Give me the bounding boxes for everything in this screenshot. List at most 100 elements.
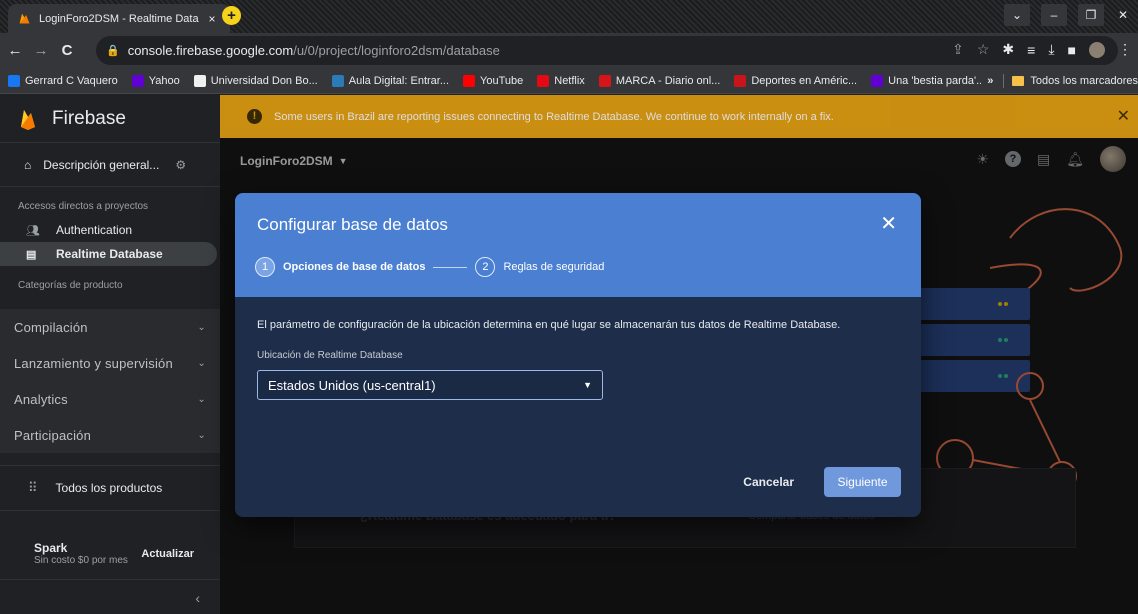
category-analytics[interactable]: Analytics ⌄	[0, 381, 220, 417]
profile-avatar-icon[interactable]	[1089, 41, 1105, 58]
bookmark-item[interactable]: Universidad Don Bo...	[193, 74, 318, 87]
chevron-down-icon: ⌄	[197, 357, 206, 369]
plan-name: Spark	[34, 541, 68, 555]
sidepanel-icon[interactable]: ■	[1068, 42, 1076, 58]
bookmark-item[interactable]: Yahoo	[131, 74, 180, 87]
categories-heading: Categorías de producto	[18, 280, 123, 291]
brand-name: Firebase	[52, 107, 126, 129]
bookmark-item[interactable]: Aula Digital: Entrar...	[331, 74, 450, 87]
grid-icon: ⠿	[28, 480, 38, 495]
banner-close-icon[interactable]: ✕	[1117, 106, 1130, 126]
category-label: Compilación	[14, 319, 88, 335]
upgrade-button[interactable]: Actualizar	[141, 548, 194, 560]
back-icon[interactable]: ←	[4, 42, 26, 59]
sidebar-item-label: Realtime Database	[56, 247, 163, 261]
toolbar-icons: ⇪ ☆ ✱ ≡ ⤓ ■ ⋮	[952, 41, 1132, 58]
yahoo-icon	[131, 74, 144, 87]
dialog-header: Configurar base de datos ✕ 1 Opciones de…	[235, 193, 921, 297]
netflix-icon	[537, 74, 550, 87]
bookmark-item[interactable]: Deportes en Améric...	[734, 74, 858, 87]
folder-icon	[1012, 76, 1025, 86]
reload-icon[interactable]: C	[56, 42, 78, 59]
all-products-link[interactable]: ⠿ Todos los productos	[0, 465, 220, 511]
dialog-title: Configurar base de datos	[257, 215, 448, 234]
udb-icon	[193, 74, 206, 87]
sidebar-item-realtime-database[interactable]: ▤ Realtime Database	[0, 242, 217, 266]
firebase-brand[interactable]: Firebase	[0, 95, 220, 142]
bookmark-label: Netflix	[554, 74, 585, 87]
new-tab-button[interactable]: +	[222, 6, 241, 25]
stepper: 1 Opciones de base de datos 2 Reglas de …	[255, 257, 604, 277]
tab-search-icon[interactable]: ⌄	[1004, 4, 1030, 26]
bookmark-label: MARCA - Diario onl...	[615, 74, 721, 87]
download-icon[interactable]: ⤓	[1048, 41, 1054, 58]
firebase-favicon-icon	[19, 13, 30, 24]
yahoo-icon	[871, 74, 884, 87]
bookmark-item[interactable]: Gerrard C Vaquero	[8, 74, 118, 87]
category-participacion[interactable]: Participación ⌄	[0, 417, 220, 453]
bookmark-item[interactable]: MARCA - Diario onl...	[598, 74, 721, 87]
all-products-label: Todos los productos	[55, 481, 163, 495]
next-button[interactable]: Siguiente	[824, 467, 901, 497]
bookmark-item[interactable]: Una 'bestia parda'...	[871, 74, 986, 87]
bookmarks-bar: Gerrard C Vaquero Yahoo Universidad Don Bo…	[0, 68, 1138, 94]
bookmark-label: Aula Digital: Entrar...	[348, 74, 450, 87]
plan-info: Spark Sin costo $0 por mes	[34, 541, 128, 566]
browser-tab[interactable]: LoginForo2DSM - Realtime Data ×	[8, 4, 230, 33]
youtube-icon	[463, 74, 476, 87]
tab-title: LoginForo2DSM - Realtime Data	[39, 12, 199, 25]
step-number: 2	[475, 257, 496, 277]
banner-text: Some users in Brazil are reporting issue…	[274, 110, 834, 123]
category-lanzamiento[interactable]: Lanzamiento y supervisión ⌄	[0, 345, 220, 381]
dropdown-arrow-icon: ▼	[583, 380, 592, 390]
step-label: Opciones de base de datos	[283, 261, 426, 273]
menu-icon[interactable]: ⋮	[1118, 41, 1132, 58]
reading-list-icon[interactable]: ≡	[1027, 42, 1035, 58]
share-icon[interactable]: ⇪	[952, 41, 964, 58]
tab-close-icon[interactable]: ×	[204, 12, 220, 26]
bookmark-item[interactable]: Netflix	[537, 74, 585, 87]
category-label: Lanzamiento y supervisión	[14, 355, 173, 371]
collapse-sidebar-icon[interactable]: ‹	[195, 590, 200, 606]
browser-tab-strip: LoginForo2DSM - Realtime Data × + ⌄ – ❐ …	[0, 0, 1138, 33]
overview-label: Descripción general...	[43, 157, 160, 172]
facebook-icon	[8, 74, 20, 87]
bookmarks-more-icon[interactable]: »	[987, 75, 993, 87]
bookmark-label: Yahoo	[148, 74, 180, 87]
bookmark-star-icon[interactable]: ☆	[977, 41, 990, 58]
bookmarks-separator	[1003, 74, 1005, 88]
firebase-logo-icon	[21, 109, 35, 130]
dialog-body: El parámetro de configuración de la ubic…	[235, 297, 921, 422]
chevron-down-icon: ⌄	[197, 321, 206, 333]
all-bookmarks-link[interactable]: Todos los marcadores	[1030, 75, 1138, 87]
location-select[interactable]: Estados Unidos (us-central1) ▼	[257, 370, 603, 400]
category-compilacion[interactable]: Compilación ⌄	[0, 309, 220, 345]
sidebar-item-label: Authentication	[56, 223, 133, 237]
browser-toolbar: ← → C 🔒 console.firebase.google.com /u/0…	[0, 33, 1138, 68]
cancel-button[interactable]: Cancelar	[743, 475, 794, 489]
restore-icon[interactable]: ❐	[1078, 4, 1104, 26]
as-icon	[734, 74, 747, 87]
step-number: 1	[255, 257, 275, 277]
location-label: Ubicación de Realtime Database	[257, 350, 403, 361]
forward-icon[interactable]: →	[30, 42, 52, 59]
plan-section: Spark Sin costo $0 por mes Actualizar	[0, 528, 220, 580]
info-icon: !	[247, 109, 262, 124]
location-value: Estados Unidos (us-central1)	[268, 377, 436, 393]
shortcuts-heading: Accesos directos a proyectos	[18, 201, 149, 212]
bookmark-item[interactable]: YouTube	[463, 74, 523, 87]
chevron-down-icon: ⌄	[197, 429, 206, 441]
bookmark-label: Una 'bestia parda'...	[888, 74, 986, 87]
gear-icon[interactable]: ⚙	[175, 158, 186, 172]
dialog-close-icon[interactable]: ✕	[880, 211, 897, 236]
bookmark-label: Deportes en Améric...	[751, 74, 858, 87]
minimize-icon[interactable]: –	[1041, 4, 1067, 26]
category-label: Analytics	[14, 391, 68, 407]
window-close-icon[interactable]: ✕	[1110, 4, 1136, 26]
sidebar-item-authentication[interactable]: 👥︎ Authentication	[0, 218, 220, 242]
project-overview-link[interactable]: ⌂ Descripción general... ⚙	[0, 142, 220, 187]
database-icon: ▤	[26, 248, 37, 261]
bookmark-label: Gerrard C Vaquero	[25, 74, 118, 87]
extensions-icon[interactable]: ✱	[1002, 41, 1014, 58]
users-icon: 👥︎	[26, 224, 40, 237]
